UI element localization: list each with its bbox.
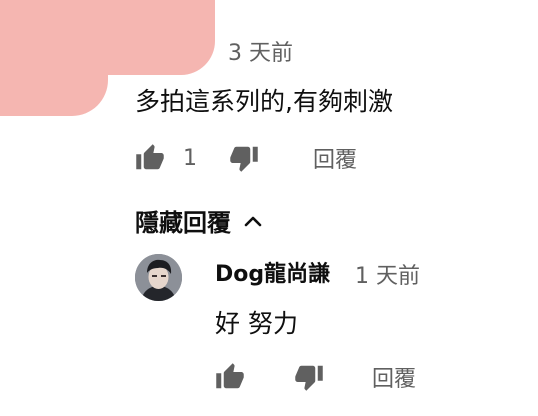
- comment-thread: 3 天前 多拍這系列的,有夠刺激 1 回覆 隱藏回覆 Dog龍尚謙 1 天前 好…: [0, 0, 538, 416]
- reply-author-name[interactable]: Dog龍尚謙: [215, 256, 330, 288]
- comment-actions: 1 回覆: [133, 141, 357, 175]
- reply-author-avatar[interactable]: [135, 254, 182, 301]
- thumb-up-icon[interactable]: [133, 141, 167, 175]
- reply-text: 好 努力: [215, 309, 298, 338]
- reply-actions: 回覆: [213, 360, 416, 394]
- comment-timestamp[interactable]: 3 天前: [228, 35, 293, 67]
- reply-timestamp[interactable]: 1 天前: [355, 258, 420, 290]
- thumb-up-icon[interactable]: [213, 360, 247, 394]
- thumb-down-icon[interactable]: [292, 360, 326, 394]
- thumb-down-icon[interactable]: [227, 141, 261, 175]
- commenter-avatar-edge: [0, 40, 108, 116]
- hide-replies-button[interactable]: 隱藏回覆: [135, 203, 263, 238]
- reply-button[interactable]: 回覆: [313, 142, 357, 174]
- chevron-up-icon: [244, 216, 262, 226]
- comment-text: 多拍這系列的,有夠刺激: [135, 87, 393, 116]
- reply-button[interactable]: 回覆: [372, 361, 416, 393]
- hide-replies-label: 隱藏回覆: [135, 209, 231, 237]
- like-count: 1: [183, 145, 197, 171]
